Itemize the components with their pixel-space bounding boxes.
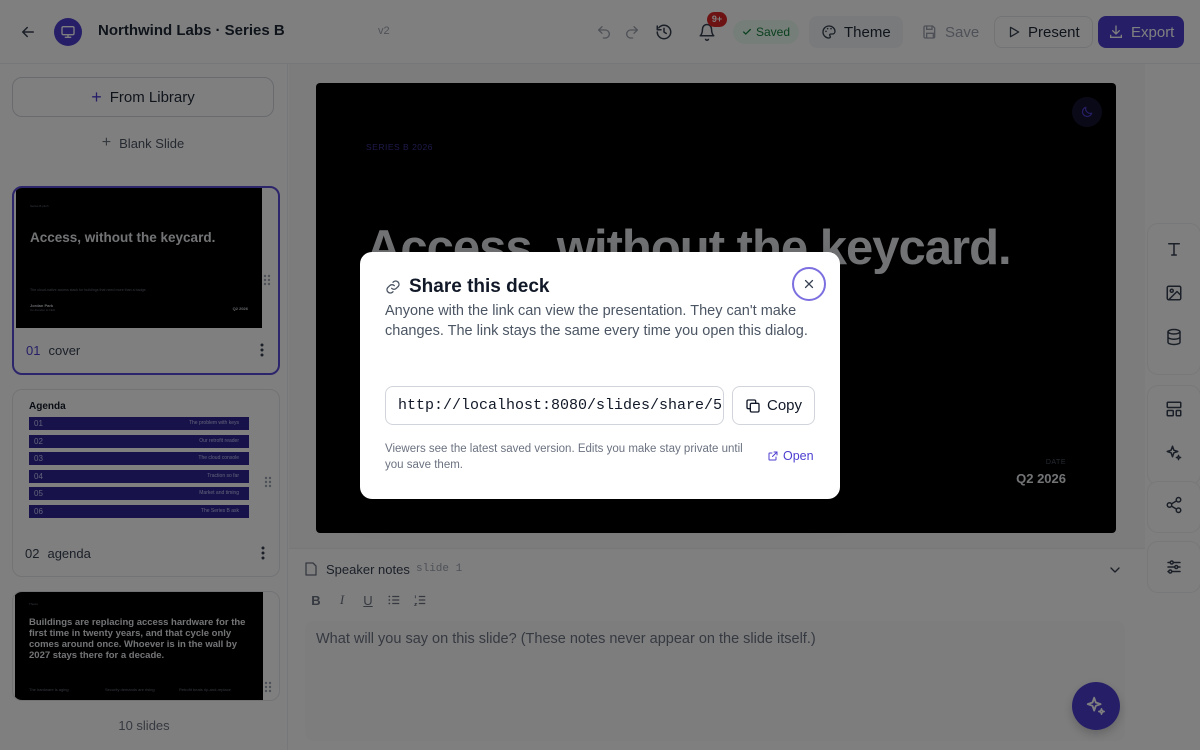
dialog-description: Anyone with the link can view the presen… (385, 303, 808, 339)
external-link-icon (768, 451, 778, 461)
dialog-footer-note: Viewers see the latest saved version. Ed… (385, 443, 743, 471)
share-url-field[interactable]: http://localhost:8080/slides/share/5f (385, 386, 724, 425)
share-dialog: Share this deck Anyone with the link can… (360, 252, 840, 499)
copy-button[interactable]: Copy (732, 386, 815, 425)
copy-label: Copy (766, 397, 803, 414)
link-icon (385, 279, 401, 295)
close-icon (804, 279, 814, 289)
copy-icon (746, 398, 760, 413)
open-link[interactable]: Open (767, 449, 814, 463)
close-button[interactable] (792, 267, 826, 301)
open-label: Open (783, 449, 814, 463)
dialog-title: Share this deck (409, 276, 550, 297)
